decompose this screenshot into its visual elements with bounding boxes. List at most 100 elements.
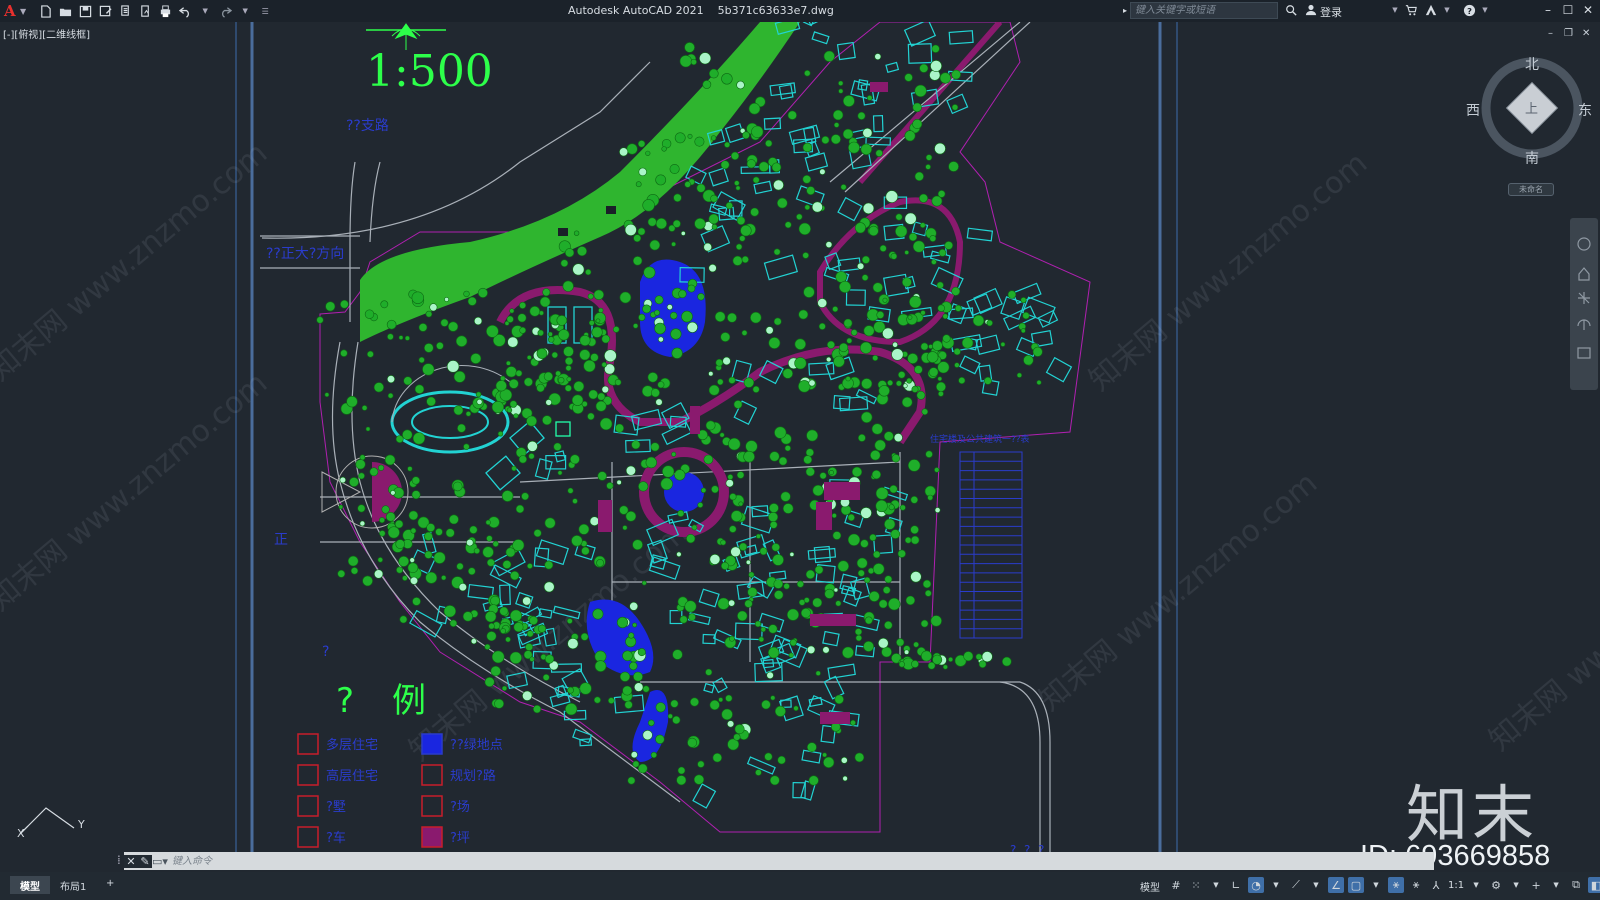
minimize-button[interactable]: – — [1540, 2, 1556, 18]
new-file-icon[interactable] — [38, 4, 52, 18]
cmdline-close-icon[interactable]: ✕ — [124, 854, 138, 868]
viewcube[interactable]: 北 南 西 东 上 — [1466, 54, 1592, 168]
autocad-logo-icon[interactable]: A — [4, 2, 18, 20]
tree — [738, 542, 748, 551]
drawing-canvas[interactable]: 知末网 www.znzmo.com 知末网 www.znzmo.com 知末网 … — [0, 22, 1600, 854]
open-folder-icon[interactable] — [58, 4, 72, 18]
compass-south[interactable]: 南 — [1525, 148, 1539, 168]
isolate-objects-icon[interactable]: ◧ — [1588, 877, 1600, 893]
tree — [904, 250, 910, 255]
object-snap-tracking-icon[interactable]: ∠ — [1328, 877, 1344, 893]
login-dropdown-icon[interactable]: ▼ — [1388, 3, 1402, 17]
autodesk-dropdown-icon[interactable]: ▼ — [1440, 3, 1454, 17]
tree — [441, 575, 447, 581]
auto-scale-icon[interactable]: ⚹ — [1408, 877, 1424, 893]
autodesk-app-icon[interactable] — [1424, 3, 1438, 17]
tree — [773, 590, 784, 600]
tree — [410, 527, 417, 534]
building-outline — [1037, 309, 1059, 328]
tree — [565, 365, 572, 372]
tree — [485, 519, 491, 526]
app-menu-caret-icon[interactable]: ▼ — [20, 7, 26, 16]
doc-restore-button[interactable]: ❐ — [1564, 28, 1573, 39]
doc-minimize-button[interactable]: – — [1548, 28, 1553, 39]
redo-dropdown-icon[interactable]: ▼ — [238, 4, 252, 18]
annotation-visibility-icon[interactable]: ⚹ — [1388, 877, 1404, 893]
doc-close-button[interactable]: ✕ — [1582, 28, 1590, 39]
annotation-scale-icon[interactable]: ⅄ — [1428, 877, 1444, 893]
search-input[interactable] — [1130, 2, 1278, 19]
polar-tracking-icon[interactable]: ◔ — [1248, 877, 1264, 893]
tree — [446, 360, 460, 373]
undo-dropdown-icon[interactable]: ▼ — [198, 4, 212, 18]
tree — [729, 493, 737, 501]
tree — [715, 358, 724, 367]
snap-dropdown-icon[interactable]: ▼ — [1208, 877, 1224, 893]
tree — [860, 539, 869, 548]
scale-dropdown-icon[interactable]: ▼ — [1468, 877, 1484, 893]
grid-icon[interactable]: # — [1168, 877, 1184, 893]
cmdline-settings-icon[interactable]: ✎ — [138, 854, 152, 868]
save-icon[interactable] — [78, 4, 92, 18]
customize-qat-icon[interactable]: ☰ — [258, 4, 272, 18]
close-button[interactable]: ✕ — [1580, 2, 1596, 18]
compass-east[interactable]: 东 — [1578, 100, 1592, 120]
help-dropdown-icon[interactable]: ▼ — [1478, 3, 1492, 17]
command-input[interactable] — [172, 853, 1072, 869]
cart-icon[interactable] — [1404, 3, 1418, 17]
snap-icon[interactable]: ⁙ — [1188, 877, 1204, 893]
search-icon[interactable] — [1284, 3, 1298, 17]
polar-dropdown-icon[interactable]: ▼ — [1268, 877, 1284, 893]
save-as-icon[interactable] — [98, 4, 112, 18]
model-space-toggle[interactable]: 模型 — [1140, 879, 1160, 894]
help-icon[interactable]: ? — [1462, 3, 1476, 17]
tree — [597, 471, 607, 481]
wcs-menu-button[interactable]: 未命名 — [1508, 183, 1554, 196]
viewcube-top-face[interactable]: 上 — [1525, 98, 1538, 117]
tree — [872, 563, 885, 575]
workspace-dropdown-icon[interactable]: ▼ — [1508, 877, 1524, 893]
legend-title-a: ? — [336, 681, 354, 721]
annotation-monitor-icon[interactable]: + — [1528, 877, 1544, 893]
tree — [899, 504, 906, 511]
maximize-button[interactable]: ☐ — [1560, 2, 1576, 18]
compass-west[interactable]: 西 — [1466, 100, 1480, 120]
cmdline-recent-icon[interactable]: ▭▾ — [152, 855, 168, 868]
quick-properties-icon[interactable]: ⧉ — [1568, 877, 1584, 893]
osnap-dropdown-icon[interactable]: ▼ — [1368, 877, 1384, 893]
steering-wheel-icon[interactable] — [1577, 237, 1591, 251]
add-layout-button[interactable]: + — [96, 876, 124, 894]
login-button[interactable]: 登录 — [1320, 4, 1342, 20]
tree — [588, 389, 599, 400]
isodraft-icon[interactable]: ⟋ — [1288, 877, 1304, 893]
tree — [378, 517, 385, 524]
showmotion-icon[interactable] — [1577, 347, 1591, 359]
orbit-icon[interactable] — [1577, 319, 1591, 330]
tab-model[interactable]: 模型 — [10, 876, 50, 894]
sheet-set-icon[interactable] — [118, 4, 132, 18]
tree — [972, 314, 985, 327]
pan-icon[interactable] — [1578, 267, 1590, 281]
tree — [654, 322, 666, 335]
user-icon[interactable] — [1304, 3, 1318, 17]
units-dropdown-icon[interactable]: ▼ — [1548, 877, 1564, 893]
compass-north[interactable]: 北 — [1525, 54, 1539, 74]
tree — [903, 649, 910, 655]
workspace-gear-icon[interactable]: ⚙ — [1488, 877, 1504, 893]
viewport-controls[interactable]: [-][俯视][二维线框] — [3, 26, 90, 41]
navigation-bar — [1570, 218, 1598, 390]
redo-icon[interactable] — [218, 4, 232, 18]
legend-label: ??绿地点 — [450, 738, 503, 753]
tree — [593, 289, 604, 300]
plot-icon[interactable] — [158, 4, 172, 18]
tree — [860, 411, 873, 423]
undo-icon[interactable] — [178, 4, 192, 18]
zoom-icon[interactable] — [1578, 292, 1590, 304]
isodraft-dropdown-icon[interactable]: ▼ — [1308, 877, 1324, 893]
scale-readout[interactable]: 1:1 — [1448, 880, 1464, 891]
publish-icon[interactable] — [138, 4, 152, 18]
ortho-icon[interactable]: ∟ — [1228, 877, 1244, 893]
object-snap-icon[interactable]: ▢ — [1348, 877, 1364, 893]
cmdline-grip-icon[interactable]: ⁞ — [117, 853, 121, 867]
tab-layout1[interactable]: 布局1 — [50, 876, 96, 894]
